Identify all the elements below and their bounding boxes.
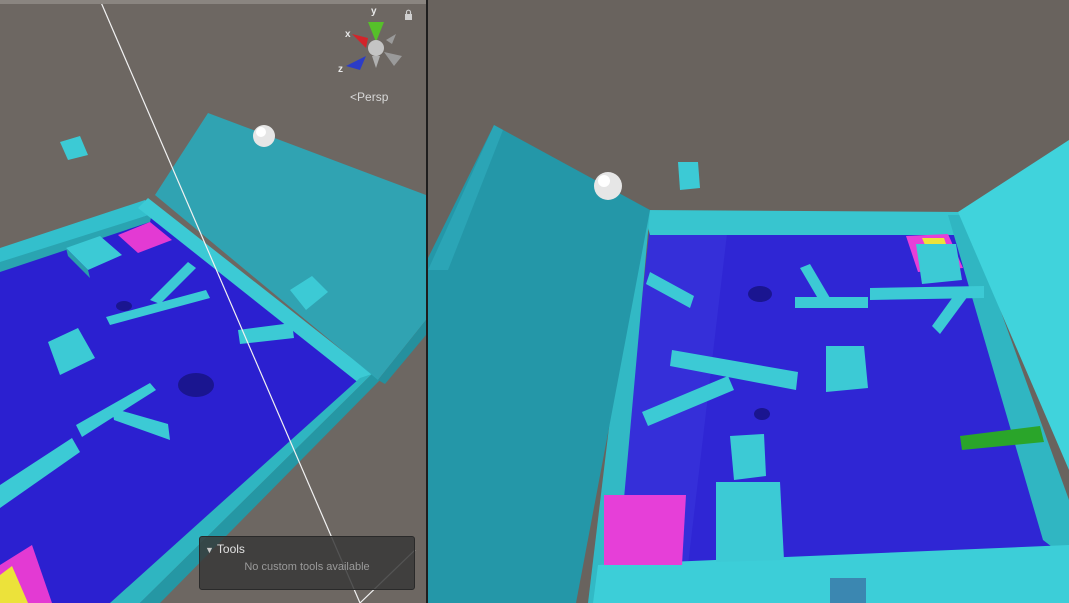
tools-panel-header[interactable]: ▼ Tools <box>205 542 245 556</box>
game-viewport[interactable] <box>428 0 1069 603</box>
gizmo-neg-y-cone[interactable] <box>372 56 380 68</box>
tools-panel-message: No custom tools available <box>244 561 370 573</box>
collapse-triangle-icon[interactable]: ▼ <box>205 545 214 555</box>
gizmo-x-cone[interactable] <box>352 34 368 48</box>
gizmo-neg-x-cone[interactable] <box>384 52 402 66</box>
floating-cube[interactable] <box>60 136 88 160</box>
unity-editor-views: y x z <Persp ▼ Tools No custom tools avai… <box>0 0 1069 603</box>
orientation-gizmo[interactable]: y x z <box>338 6 402 75</box>
projection-toggle[interactable]: <Persp <box>350 90 388 104</box>
obstacle-cube[interactable] <box>730 434 766 480</box>
gizmo-y-cone[interactable] <box>368 22 384 42</box>
gizmo-y-label: y <box>371 6 377 17</box>
gizmo-x-label: x <box>345 29 351 40</box>
shadow <box>116 301 132 311</box>
floating-cube[interactable] <box>678 162 700 190</box>
shadow <box>754 408 770 420</box>
obstacle-cube[interactable] <box>826 346 868 392</box>
tools-overlay-panel[interactable]: ▼ Tools No custom tools available <box>199 536 415 590</box>
obstacle-cube[interactable] <box>916 244 962 284</box>
scene-view[interactable]: y x z <Persp ▼ Tools No custom tools avai… <box>0 0 426 603</box>
obstacle-bar[interactable] <box>870 286 984 300</box>
shadow <box>748 286 772 302</box>
gizmo-z-cone[interactable] <box>346 56 366 70</box>
game-view[interactable] <box>428 0 1069 603</box>
board-wall-back[interactable] <box>643 210 963 235</box>
goal-pad[interactable] <box>604 495 686 565</box>
scene-view-top-edge <box>0 0 426 4</box>
gizmo-neg-z-cone[interactable] <box>386 34 396 44</box>
projection-label: Persp <box>357 90 389 104</box>
tools-panel-title: Tools <box>216 542 245 556</box>
perspective-icon: < <box>350 90 358 104</box>
ball[interactable] <box>594 172 622 200</box>
obstacle-bar[interactable] <box>795 297 868 308</box>
obstacle-block[interactable] <box>716 482 784 562</box>
shadow <box>178 373 214 397</box>
gizmo-z-label: z <box>338 64 343 75</box>
shadow <box>830 578 866 603</box>
lock-icon[interactable] <box>404 9 413 20</box>
gizmo-center[interactable] <box>368 40 384 56</box>
